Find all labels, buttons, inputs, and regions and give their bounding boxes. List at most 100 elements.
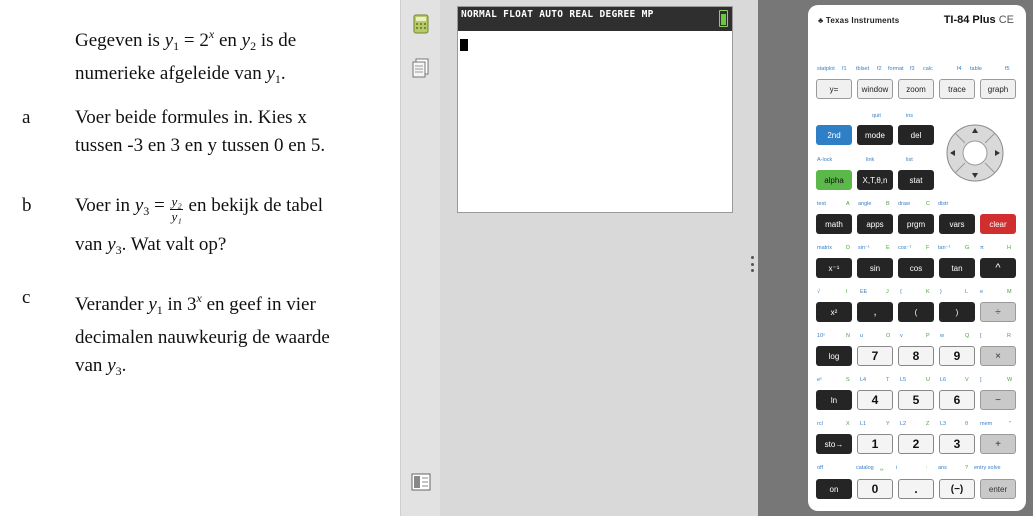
label-alpha-y: Y	[886, 421, 890, 427]
label-off: off	[817, 465, 824, 471]
key-right-paren[interactable]: )	[939, 302, 975, 322]
key-y-equals[interactable]: y=	[816, 79, 852, 99]
exercise-intro: Gegeven is y1 = 2x en y2 is de numerieke…	[75, 20, 395, 93]
key-store[interactable]: sto→	[816, 434, 852, 454]
key-x-inverse[interactable]: x⁻¹	[816, 258, 852, 278]
key-multiply[interactable]: ×	[980, 346, 1016, 366]
key-add[interactable]: +	[980, 434, 1016, 454]
key-0[interactable]: 0	[857, 479, 893, 499]
key-apps[interactable]: apps	[857, 214, 893, 234]
key-zoom[interactable]: zoom	[898, 79, 934, 99]
label-i: i	[896, 465, 898, 471]
key-ln[interactable]: ln	[816, 390, 852, 410]
label-f2: f2	[877, 66, 882, 72]
label-e: e	[980, 289, 984, 295]
key-clear[interactable]: clear	[980, 214, 1016, 234]
key-prgm[interactable]: prgm	[898, 214, 934, 234]
tool-strip	[400, 0, 440, 516]
label-format: format	[888, 66, 904, 72]
label-alpha-v: V	[965, 377, 969, 383]
label-w: w	[940, 333, 944, 339]
key-enter[interactable]: enter	[980, 479, 1016, 499]
key-alpha[interactable]: alpha	[816, 170, 852, 190]
key-sin[interactable]: sin	[857, 258, 893, 278]
key-3[interactable]: 3	[939, 434, 975, 454]
label-matrix: matrix	[817, 245, 832, 251]
ti-logo-icon: ♣	[818, 16, 824, 25]
label-l1: L1	[860, 421, 867, 427]
label-statplot: statplot	[817, 66, 835, 72]
calculator-body: ♣ Texas Instruments TI-84 Plus CE statpl…	[808, 5, 1026, 511]
label-entry-solve: entry solve	[974, 465, 1001, 471]
key-left-paren[interactable]: (	[898, 302, 934, 322]
label-u: u	[860, 333, 864, 339]
label-arcsin: sin⁻¹	[858, 245, 870, 251]
key-2[interactable]: 2	[898, 434, 934, 454]
key-4[interactable]: 4	[857, 390, 893, 410]
question-b-line-2: van y3. Wat valt op?	[75, 234, 227, 257]
key-stat[interactable]: stat	[898, 170, 934, 190]
key-log[interactable]: log	[816, 346, 852, 366]
label-link: link	[866, 157, 875, 163]
key-cos[interactable]: cos	[898, 258, 934, 278]
key-mode[interactable]: mode	[857, 125, 893, 145]
question-c-line-1: Verander y1 in 3x en geef in vier	[75, 291, 316, 317]
key-del[interactable]: del	[898, 125, 934, 145]
label-alpha-x: X	[846, 421, 850, 427]
label-v: v	[900, 333, 903, 339]
key-6[interactable]: 6	[939, 390, 975, 410]
label-l5: L5	[900, 377, 907, 383]
label-space: ␣	[880, 465, 884, 471]
calculator-display[interactable]: NORMAL FLOAT AUTO REAL DEGREE MP	[457, 6, 733, 213]
question-c: Verander y1 in 3x en geef in vier decima…	[75, 284, 395, 385]
key-tan[interactable]: tan	[939, 258, 975, 278]
question-b-line-1: Voer in y3 = y₂ y₁ en bekijk de tabel	[75, 194, 324, 224]
label-alpha-f: F	[926, 245, 930, 251]
label-alpha-theta: θ	[965, 421, 969, 427]
key-8[interactable]: 8	[898, 346, 934, 366]
document-icon[interactable]	[411, 58, 431, 78]
key-5[interactable]: 5	[898, 390, 934, 410]
key-graph[interactable]: graph	[980, 79, 1016, 99]
label-f1: f1	[842, 66, 847, 72]
label-quit: quit	[872, 113, 881, 119]
label-alpha-w: W	[1007, 377, 1013, 383]
key-decimal[interactable]: .	[898, 479, 934, 499]
label-alpha-n: N	[846, 333, 850, 339]
directional-pad[interactable]	[946, 123, 1004, 183]
label-catalog: catalog	[856, 465, 874, 471]
label-ten-power: 10ˣ	[817, 333, 825, 339]
key-2nd[interactable]: 2nd	[816, 125, 852, 145]
label-alpha-k: K	[926, 289, 930, 295]
label-alpha-e: E	[886, 245, 890, 251]
key-subtract[interactable]: −	[980, 390, 1016, 410]
key-trace[interactable]: trace	[939, 79, 975, 99]
key-on[interactable]: on	[816, 479, 852, 499]
key-1[interactable]: 1	[857, 434, 893, 454]
label-alpha-j: J	[886, 289, 889, 295]
label-l4: L4	[860, 377, 867, 383]
label-arccos: cos⁻¹	[898, 245, 912, 251]
question-c-line-3: van y3.	[75, 355, 127, 378]
key-divide[interactable]: ÷	[980, 302, 1016, 322]
key-x-t-theta-n[interactable]: X,T,θ,n	[857, 170, 893, 190]
key-caret[interactable]: ^	[980, 258, 1016, 278]
label-l6: L6	[940, 377, 947, 383]
key-7[interactable]: 7	[857, 346, 893, 366]
key-window[interactable]: window	[857, 79, 893, 99]
key-negative[interactable]: (−)	[939, 479, 975, 499]
calculator-icon[interactable]	[411, 14, 431, 34]
label-e-power: eˣ	[817, 377, 822, 383]
key-comma[interactable]: ,	[857, 302, 893, 322]
pane-resize-handle[interactable]	[751, 256, 754, 272]
label-alpha-p: P	[926, 333, 930, 339]
label-alpha-quote: "	[1009, 421, 1011, 427]
key-math[interactable]: math	[816, 214, 852, 234]
status-bar: NORMAL FLOAT AUTO REAL DEGREE MP	[458, 7, 732, 31]
key-x-squared[interactable]: x²	[816, 302, 852, 322]
key-9[interactable]: 9	[939, 346, 975, 366]
key-vars[interactable]: vars	[939, 214, 975, 234]
label-rbrace: }	[940, 289, 942, 295]
battery-icon	[719, 10, 728, 27]
layout-toggle-icon[interactable]	[411, 472, 431, 492]
